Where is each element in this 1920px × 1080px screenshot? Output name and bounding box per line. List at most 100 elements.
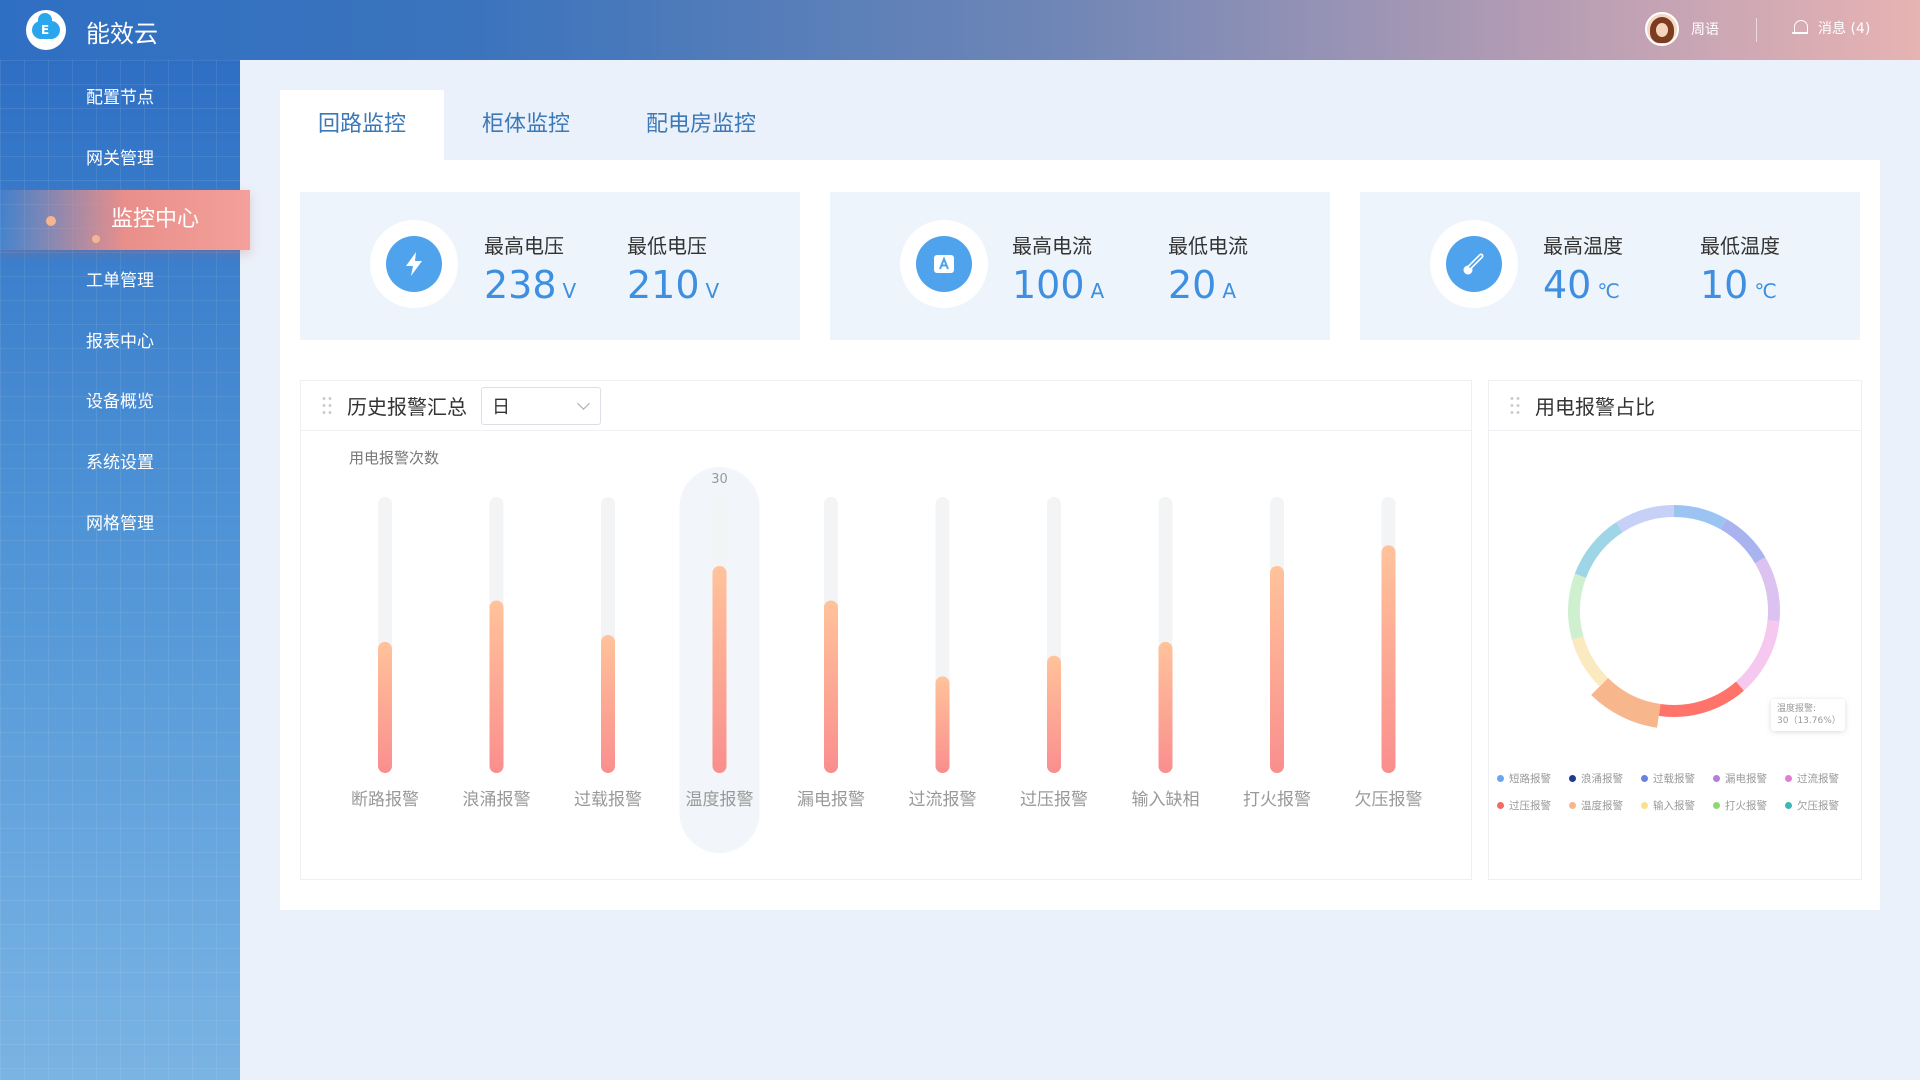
donut-slice-打火报警[interactable] bbox=[1568, 573, 1587, 640]
donut-slice-浪涌报警[interactable] bbox=[1616, 505, 1675, 533]
legend-dot bbox=[1713, 802, 1720, 809]
legend-dot bbox=[1497, 802, 1504, 809]
legend-item[interactable]: 温度报警 bbox=[1569, 798, 1641, 813]
legend-dot bbox=[1641, 802, 1648, 809]
messages-button[interactable]: 消息 (4) bbox=[1792, 18, 1870, 38]
min-current-value: 20 bbox=[1168, 263, 1217, 307]
sidebar-item-monitor-center[interactable]: 监控中心 bbox=[0, 190, 250, 250]
temperature-card: 最高温度 40 ℃ 最低温度 10 ℃ bbox=[1360, 192, 1860, 340]
tab-circuit-monitor[interactable]: 回路监控 bbox=[280, 90, 445, 160]
bar-浪涌报警[interactable] bbox=[489, 600, 504, 774]
legend-item[interactable]: 短路报警 bbox=[1497, 771, 1569, 786]
max-temperature-value: 40 bbox=[1543, 263, 1592, 307]
legend-dot bbox=[1569, 775, 1576, 782]
donut-slice-过流报警[interactable] bbox=[1735, 620, 1780, 691]
legend-item[interactable]: 过载报警 bbox=[1641, 771, 1713, 786]
max-temperature: 最高温度 40 ℃ bbox=[1543, 230, 1623, 307]
x-tick-label: 过压报警 bbox=[1020, 790, 1088, 810]
voltage-icon-ring bbox=[370, 220, 458, 308]
min-temperature: 最低温度 10 ℃ bbox=[1700, 230, 1780, 307]
legend-item[interactable]: 漏电报警 bbox=[1713, 771, 1785, 786]
min-temperature-value: 10 bbox=[1700, 263, 1749, 307]
user-menu[interactable]: 周语 bbox=[1645, 12, 1719, 46]
sidebar: 配置节点 网关管理 监控中心 工单管理 报表中心 设备概览 系统设置 网格管理 bbox=[0, 60, 250, 1080]
max-temperature-unit: ℃ bbox=[1597, 279, 1620, 303]
donut-slice-温度报警[interactable] bbox=[1591, 677, 1661, 728]
avatar[interactable] bbox=[1645, 12, 1679, 46]
min-current: 最低电流 20 A bbox=[1168, 230, 1248, 307]
legend-item[interactable]: 打火报警 bbox=[1713, 798, 1785, 813]
sidebar-item-gateway[interactable]: 网关管理 bbox=[0, 139, 240, 179]
legend-label: 过载报警 bbox=[1653, 773, 1695, 785]
voltage-card: 最高电压 238 V 最低电压 210 V bbox=[300, 192, 800, 340]
sidebar-item-reports[interactable]: 报表中心 bbox=[0, 322, 240, 362]
max-voltage: 最高电压 238 V bbox=[484, 230, 576, 307]
x-tick-label: 欠压报警 bbox=[1355, 790, 1423, 810]
main-panel: 最高电压 238 V 最低电压 210 V 最高电流 100 A 最低电流 20 A bbox=[280, 160, 1880, 910]
temperature-icon-ring bbox=[1430, 220, 1518, 308]
bar-过载报警[interactable] bbox=[601, 635, 615, 773]
min-voltage-unit: V bbox=[705, 279, 720, 303]
bar-温度报警[interactable] bbox=[712, 566, 727, 773]
current-icon-ring bbox=[900, 220, 988, 308]
max-temperature-value-row: 40 ℃ bbox=[1543, 263, 1623, 307]
legend-dot bbox=[1785, 802, 1792, 809]
donut-slice-过载报警[interactable] bbox=[1720, 518, 1766, 564]
legend-item[interactable]: 浪涌报警 bbox=[1569, 771, 1641, 786]
alarm-ratio-panel: 用电报警占比 温度报警: 30（13.76%） 短路报警 浪涌报警 过载报警 漏电报警… bbox=[1488, 380, 1862, 880]
max-voltage-unit: V bbox=[562, 279, 577, 303]
bell-icon bbox=[1792, 19, 1808, 37]
max-voltage-value-row: 238 V bbox=[484, 263, 576, 307]
header-divider bbox=[1756, 18, 1757, 42]
donut-slice-输入报警[interactable] bbox=[1571, 636, 1609, 687]
top-bar: E 能效云 周语 消息 (4) bbox=[0, 0, 1920, 60]
bar-过压报警[interactable] bbox=[1047, 655, 1061, 773]
bar-欠压报警[interactable] bbox=[1381, 545, 1396, 773]
legend-label: 浪涌报警 bbox=[1581, 773, 1623, 785]
bar-过流报警[interactable] bbox=[935, 676, 950, 773]
bar-输入缺相[interactable] bbox=[1158, 641, 1173, 773]
donut-slice-漏电报警[interactable] bbox=[1754, 557, 1780, 622]
sidebar-item-settings[interactable]: 系统设置 bbox=[0, 443, 240, 483]
legend-item[interactable]: 输入报警 bbox=[1641, 798, 1713, 813]
ampere-icon bbox=[916, 236, 972, 292]
period-select[interactable]: 日 bbox=[481, 386, 601, 425]
min-temperature-label: 最低温度 bbox=[1700, 234, 1780, 258]
min-temperature-value-row: 10 ℃ bbox=[1700, 263, 1780, 307]
legend-label: 温度报警 bbox=[1581, 800, 1623, 812]
drag-handle-icon[interactable] bbox=[321, 394, 333, 417]
thermometer-icon bbox=[1446, 236, 1502, 292]
legend-item[interactable]: 过压报警 bbox=[1497, 798, 1569, 813]
min-temperature-unit: ℃ bbox=[1754, 279, 1777, 303]
legend-label: 欠压报警 bbox=[1797, 800, 1839, 812]
legend-item[interactable]: 过流报警 bbox=[1785, 771, 1857, 786]
user-name[interactable]: 周语 bbox=[1691, 19, 1719, 39]
history-alarm-panel: 历史报警汇总 日 用电报警次数 断路报警 浪涌报警 过载报警 30 温度报警 漏电报警 过流… bbox=[300, 380, 1472, 880]
donut-tooltip-label: 温度报警: bbox=[1777, 704, 1817, 714]
bar-断路报警[interactable] bbox=[378, 641, 392, 773]
app-title: 能效云 bbox=[86, 20, 158, 48]
legend-label: 打火报警 bbox=[1725, 800, 1767, 812]
donut-slice-欠压报警[interactable] bbox=[1574, 522, 1623, 579]
max-voltage-value: 238 bbox=[484, 263, 557, 307]
legend-item[interactable]: 欠压报警 bbox=[1785, 798, 1857, 813]
sidebar-item-devices[interactable]: 设备概览 bbox=[0, 382, 240, 422]
min-voltage: 最低电压 210 V bbox=[627, 230, 719, 307]
min-voltage-value-row: 210 V bbox=[627, 263, 719, 307]
donut-legend: 短路报警 浪涌报警 过载报警 漏电报警 过流报警过压报警 温度报警 输入报警 打火报警 欠压报警 bbox=[1497, 771, 1857, 813]
current-card: 最高电流 100 A 最低电流 20 A bbox=[830, 192, 1330, 340]
sidebar-item-grid[interactable]: 网格管理 bbox=[0, 504, 240, 544]
legend-label: 过流报警 bbox=[1797, 773, 1839, 785]
period-select-value: 日 bbox=[492, 396, 510, 418]
tab-cabinet-monitor[interactable]: 柜体监控 bbox=[444, 90, 608, 160]
legend-dot bbox=[1785, 775, 1792, 782]
sidebar-item-work-orders[interactable]: 工单管理 bbox=[0, 261, 240, 301]
bar-漏电报警[interactable] bbox=[824, 600, 838, 774]
donut-slice-短路报警[interactable] bbox=[1673, 505, 1727, 530]
sidebar-item-config-nodes[interactable]: 配置节点 bbox=[0, 78, 240, 118]
bar-打火报警[interactable] bbox=[1270, 566, 1284, 773]
drag-handle-icon[interactable] bbox=[1509, 394, 1521, 417]
donut-slice-过压报警[interactable] bbox=[1658, 681, 1744, 717]
min-current-unit: A bbox=[1222, 279, 1237, 303]
tab-power-room-monitor[interactable]: 配电房监控 bbox=[608, 90, 794, 160]
